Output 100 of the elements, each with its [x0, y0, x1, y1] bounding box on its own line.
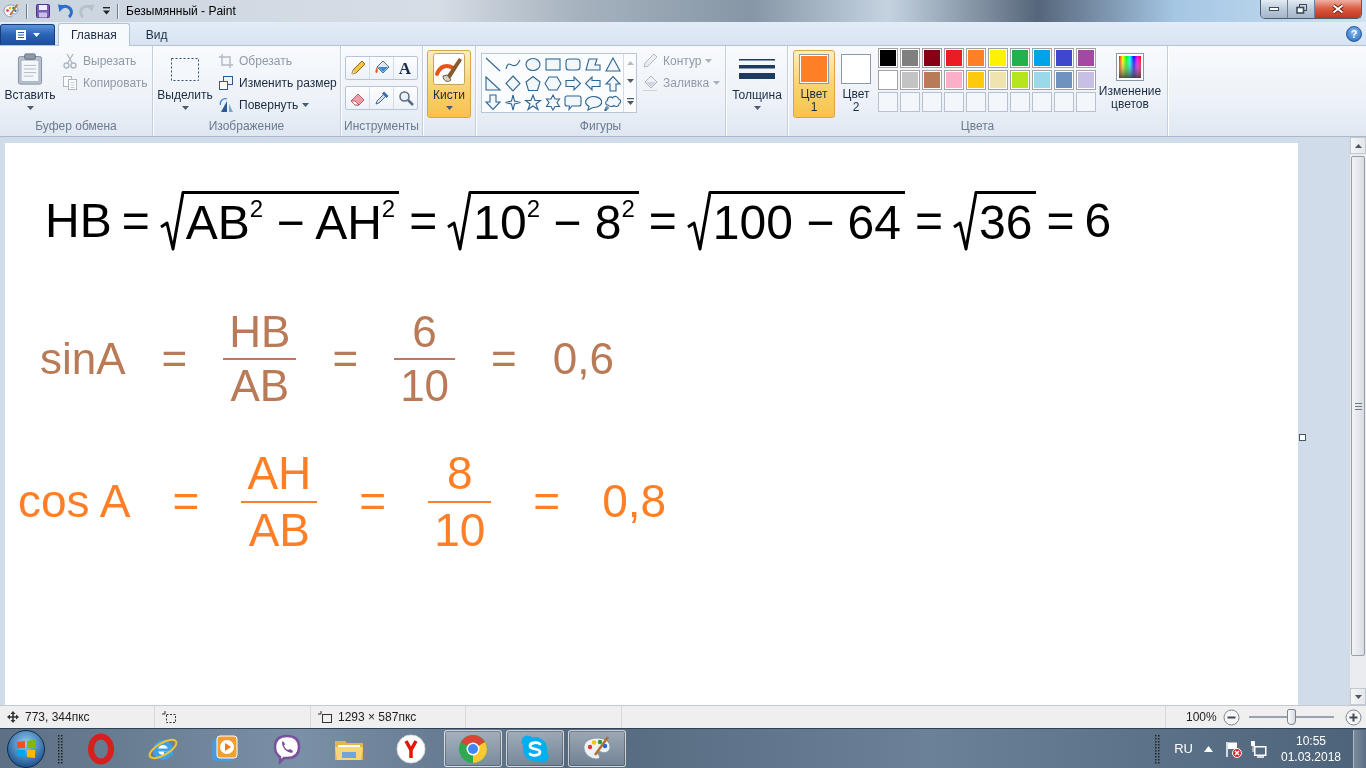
- clock-date[interactable]: 01.03.2018: [1280, 748, 1342, 765]
- scrollbar-thumb[interactable]: [1351, 156, 1365, 656]
- save-icon[interactable]: [35, 3, 51, 19]
- color-swatch[interactable]: [1032, 48, 1052, 68]
- caret-down-icon[interactable]: [626, 79, 634, 84]
- network-icon[interactable]: [1249, 739, 1267, 758]
- pentagon-icon[interactable]: [524, 75, 542, 92]
- taskbar-button[interactable]: [444, 730, 502, 767]
- rotate-button[interactable]: Повернуть: [215, 94, 340, 116]
- color-swatch[interactable]: [1076, 48, 1096, 68]
- empty-swatch[interactable]: [988, 92, 1008, 112]
- color-swatch[interactable]: [988, 70, 1008, 90]
- cloud-callout-icon[interactable]: [604, 94, 622, 111]
- color-swatch[interactable]: [1054, 70, 1074, 90]
- clock-time[interactable]: 10:55: [1296, 732, 1326, 749]
- color-swatch[interactable]: [1010, 70, 1030, 90]
- ribbon-tab[interactable]: Главная: [58, 23, 130, 46]
- primary-color-button[interactable]: Цвет 1: [793, 50, 835, 118]
- grip-icon[interactable]: [58, 733, 63, 764]
- language-indicator[interactable]: RU: [1174, 741, 1193, 756]
- slider-thumb[interactable]: [1286, 709, 1296, 725]
- scroll-up-button[interactable]: [1350, 137, 1366, 154]
- empty-swatch[interactable]: [878, 92, 898, 112]
- brushes-button[interactable]: Кисти: [427, 50, 471, 118]
- zoom-out-icon[interactable]: [1222, 708, 1240, 726]
- empty-swatch[interactable]: [1054, 92, 1074, 112]
- dropdown-caret-icon[interactable]: [102, 6, 111, 16]
- right-triangle-icon[interactable]: [484, 75, 502, 92]
- resize-button[interactable]: Изменить размер: [215, 72, 340, 94]
- color-swatch[interactable]: [900, 48, 920, 68]
- undo-icon[interactable]: [57, 3, 73, 19]
- empty-swatch[interactable]: [1032, 92, 1052, 112]
- paint-bucket-icon[interactable]: [373, 60, 390, 76]
- start-orb-icon[interactable]: [6, 729, 46, 768]
- expand-gallery-icon[interactable]: [626, 97, 634, 105]
- oval-callout-icon[interactable]: [584, 94, 602, 111]
- rectangle-icon[interactable]: [544, 56, 562, 73]
- paste-button[interactable]: Вставить: [3, 50, 57, 118]
- caret-up-icon[interactable]: [1204, 745, 1213, 752]
- left-arrow-icon[interactable]: [584, 75, 602, 92]
- empty-swatch[interactable]: [1076, 92, 1096, 112]
- color-swatch[interactable]: [944, 48, 964, 68]
- resize-handle[interactable]: [1299, 434, 1306, 441]
- color-swatch[interactable]: [878, 48, 898, 68]
- color-swatch[interactable]: [966, 48, 986, 68]
- taskbar-button[interactable]: [506, 730, 564, 767]
- four-point-star-icon[interactable]: [504, 94, 522, 111]
- file-menu-button[interactable]: [0, 24, 55, 45]
- empty-swatch[interactable]: [1010, 92, 1030, 112]
- flag-error-icon[interactable]: [1224, 739, 1242, 758]
- grip-icon: [1354, 402, 1362, 410]
- five-point-star-icon[interactable]: [524, 94, 542, 111]
- text-tool-button[interactable]: A: [393, 57, 416, 79]
- color-swatch[interactable]: [1032, 70, 1052, 90]
- taskbar-button[interactable]: [568, 730, 626, 767]
- polygon-icon[interactable]: [584, 56, 602, 73]
- color-swatch[interactable]: [1054, 48, 1074, 68]
- up-arrow-icon[interactable]: [604, 75, 622, 92]
- down-arrow-icon[interactable]: [484, 94, 502, 111]
- secondary-color-button[interactable]: Цвет 2: [838, 50, 874, 118]
- close-button[interactable]: [1315, 0, 1361, 18]
- color-swatch[interactable]: [922, 70, 942, 90]
- color-swatch[interactable]: [878, 70, 898, 90]
- grip-icon[interactable]: [1155, 733, 1161, 764]
- color-swatch[interactable]: [922, 48, 942, 68]
- color-swatch[interactable]: [944, 70, 964, 90]
- diamond-icon[interactable]: [504, 75, 522, 92]
- color-swatch[interactable]: [1010, 48, 1030, 68]
- oval-icon[interactable]: [524, 56, 542, 73]
- color-swatch[interactable]: [900, 70, 920, 90]
- line-icon[interactable]: [484, 56, 502, 73]
- cursor-position: 773, 344пкс: [25, 710, 90, 724]
- color-swatch[interactable]: [966, 70, 986, 90]
- triangle-icon[interactable]: [604, 56, 622, 73]
- empty-swatch[interactable]: [966, 92, 986, 112]
- empty-swatch[interactable]: [900, 92, 920, 112]
- edit-colors-button[interactable]: Изменение цветов: [1098, 50, 1162, 118]
- empty-swatch[interactable]: [944, 92, 964, 112]
- hexagon-icon[interactable]: [544, 75, 562, 92]
- six-point-star-icon[interactable]: [544, 94, 562, 111]
- color-picker-icon[interactable]: [373, 90, 390, 106]
- color-swatch[interactable]: [1076, 70, 1096, 90]
- restore-button[interactable]: [1288, 0, 1315, 18]
- caret-icon: [181, 106, 189, 110]
- rounded-callout-icon[interactable]: [564, 94, 582, 111]
- minimize-button[interactable]: [1261, 0, 1288, 18]
- select-button[interactable]: Выделить: [156, 50, 214, 118]
- numerator-text: 6: [411, 309, 438, 356]
- rounded-rectangle-icon[interactable]: [564, 56, 582, 73]
- pencil-icon[interactable]: [349, 60, 366, 76]
- ribbon-tab[interactable]: Вид: [132, 23, 181, 45]
- denominator-text: AB: [229, 363, 291, 410]
- right-arrow-icon[interactable]: [564, 75, 582, 92]
- radicand-text: 36: [977, 191, 1037, 251]
- color-swatch[interactable]: [988, 48, 1008, 68]
- size-button[interactable]: Толщина: [730, 50, 784, 118]
- magnifier-icon[interactable]: [397, 90, 414, 106]
- scroll-down-button[interactable]: [1350, 688, 1366, 705]
- zoom-in-icon[interactable]: [1344, 708, 1362, 726]
- empty-swatch[interactable]: [922, 92, 942, 112]
